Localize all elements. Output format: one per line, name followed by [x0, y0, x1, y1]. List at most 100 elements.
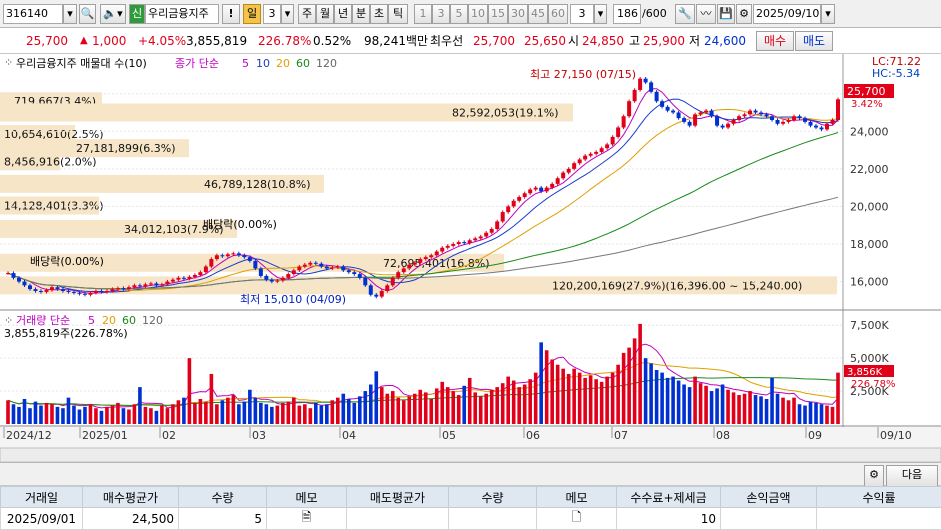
legend-title: 우리금융지주 매물대 수(10): [16, 57, 147, 70]
interval-45-button[interactable]: 45: [528, 4, 548, 24]
interval-15-button[interactable]: 15: [488, 4, 508, 24]
interval-5-button[interactable]: 5: [450, 4, 468, 24]
volume-bar: [352, 403, 356, 424]
buy-button[interactable]: 매수: [756, 31, 794, 51]
candle-body: [275, 281, 279, 282]
cell-fee-tax[interactable]: 10: [617, 508, 721, 530]
volume-bar: [34, 402, 38, 424]
price-chart[interactable]: 719,667(3.4%)82,592,053(19.1%)10,654,610…: [0, 54, 941, 462]
candle-body: [363, 278, 367, 286]
memo-edit-icon[interactable]: 🗎: [267, 508, 347, 530]
stock-code-input[interactable]: 316140: [3, 4, 63, 24]
price-tag-rate: 3.42%: [851, 99, 883, 110]
table-row[interactable]: 2025/09/01 24,500 5 🗎 🗋 10: [1, 508, 941, 530]
volume-bar: [210, 374, 214, 424]
interval-3-button[interactable]: 3: [432, 4, 450, 24]
search-icon[interactable]: 🔍: [79, 4, 96, 24]
candle-body: [682, 118, 686, 122]
code-dropdown-button[interactable]: ▾: [63, 4, 77, 24]
col-sell-memo: 메모: [537, 487, 617, 508]
period-minute-button[interactable]: 분: [352, 4, 370, 24]
cell-buy-qty[interactable]: 5: [179, 508, 267, 530]
candle-body: [83, 294, 87, 295]
candle-body: [72, 292, 76, 293]
month-axis-label: 06: [526, 429, 540, 442]
month-axis-label: 03: [252, 429, 266, 442]
volume-bar: [462, 386, 466, 424]
settings-gear-icon[interactable]: ⚙: [736, 4, 752, 24]
candle-body: [825, 124, 829, 130]
next-button[interactable]: 다음: [886, 465, 938, 487]
period-second-button[interactable]: 초: [370, 4, 388, 24]
memo-sell-icon[interactable]: 🗋: [537, 508, 617, 530]
candle-body: [121, 288, 125, 289]
col-return: 수익률: [817, 487, 941, 508]
candle-body: [512, 201, 516, 207]
volume-bar: [259, 403, 263, 424]
period-weekly-button[interactable]: 주: [298, 4, 316, 24]
cell-sell-qty[interactable]: [449, 508, 537, 530]
open-label: 시: [568, 33, 579, 49]
volume-bar: [836, 373, 840, 424]
volume-bar: [616, 365, 620, 424]
cell-pnl[interactable]: [721, 508, 817, 530]
volume-bar: [743, 394, 747, 424]
volume-bar: [325, 404, 329, 424]
period-daily-button[interactable]: 일: [243, 4, 261, 24]
alert-button[interactable]: !: [222, 4, 240, 24]
interval-10-button[interactable]: 10: [468, 4, 488, 24]
date-input[interactable]: 2025/09/10: [753, 4, 821, 24]
volume-bar: [666, 378, 670, 424]
cell-buy-avg[interactable]: 24,500: [83, 508, 179, 530]
volume-bar: [765, 399, 769, 424]
cell-sell-avg[interactable]: [347, 508, 449, 530]
speaker-icon[interactable]: 🔈▾: [100, 4, 126, 24]
chart-toolbar: 316140 ▾ 🔍 🔈▾ 신 우리금융지주 ! 일 3 ▾ 주 월 년 분 초…: [0, 0, 941, 28]
candle-body: [759, 112, 763, 114]
volume-bar: [495, 387, 499, 424]
zoom-tool-icon[interactable]: 🔧: [675, 4, 695, 24]
journal-settings-gear-icon[interactable]: ⚙: [864, 465, 884, 487]
col-buy-memo: 메모: [267, 487, 347, 508]
candle-body: [616, 128, 620, 137]
interval-60-button[interactable]: 60: [548, 4, 568, 24]
candle-body: [803, 118, 807, 122]
cell-return[interactable]: [817, 508, 941, 530]
volume-bar: [611, 373, 615, 424]
candle-body: [468, 240, 472, 243]
period-yearly-button[interactable]: 년: [334, 4, 352, 24]
date-dropdown-icon[interactable]: ▾: [821, 4, 835, 24]
volume-bar: [556, 365, 560, 424]
interval-30-button[interactable]: 30: [508, 4, 528, 24]
cell-trade-date[interactable]: 2025/09/01: [1, 508, 83, 530]
interval-1-button[interactable]: 1: [414, 4, 432, 24]
save-icon[interactable]: 💾: [717, 4, 735, 24]
display-count-input[interactable]: 186: [613, 4, 641, 24]
chart-scrollbar[interactable]: [0, 448, 941, 462]
candle-body: [633, 90, 637, 101]
period-number-input[interactable]: 3: [263, 4, 281, 24]
price-change: 1,000: [92, 33, 126, 49]
stock-name-field[interactable]: 우리금융지주: [145, 4, 219, 24]
candle-body: [88, 293, 92, 295]
volume-bar: [693, 377, 697, 424]
sell-button[interactable]: 매도: [795, 31, 833, 51]
volume-bar: [506, 377, 510, 424]
candle-body: [127, 287, 131, 289]
candle-body: [435, 252, 439, 256]
volume-bar: [809, 402, 813, 424]
volume-bar: [396, 398, 400, 424]
candle-body: [55, 287, 59, 289]
period-number-spin[interactable]: ▾: [281, 4, 294, 24]
custom-interval-spin[interactable]: ▾: [594, 4, 607, 24]
candle-body: [325, 267, 329, 269]
candle-body: [215, 255, 219, 259]
candle-body: [820, 128, 824, 130]
trend-tool-icon[interactable]: 〰: [696, 4, 716, 24]
period-monthly-button[interactable]: 월: [316, 4, 334, 24]
candle-body: [677, 112, 681, 118]
period-tick-button[interactable]: 틱: [388, 4, 408, 24]
custom-interval-input[interactable]: 3: [570, 4, 594, 24]
volume-bar: [501, 383, 505, 424]
candle-body: [336, 267, 340, 268]
